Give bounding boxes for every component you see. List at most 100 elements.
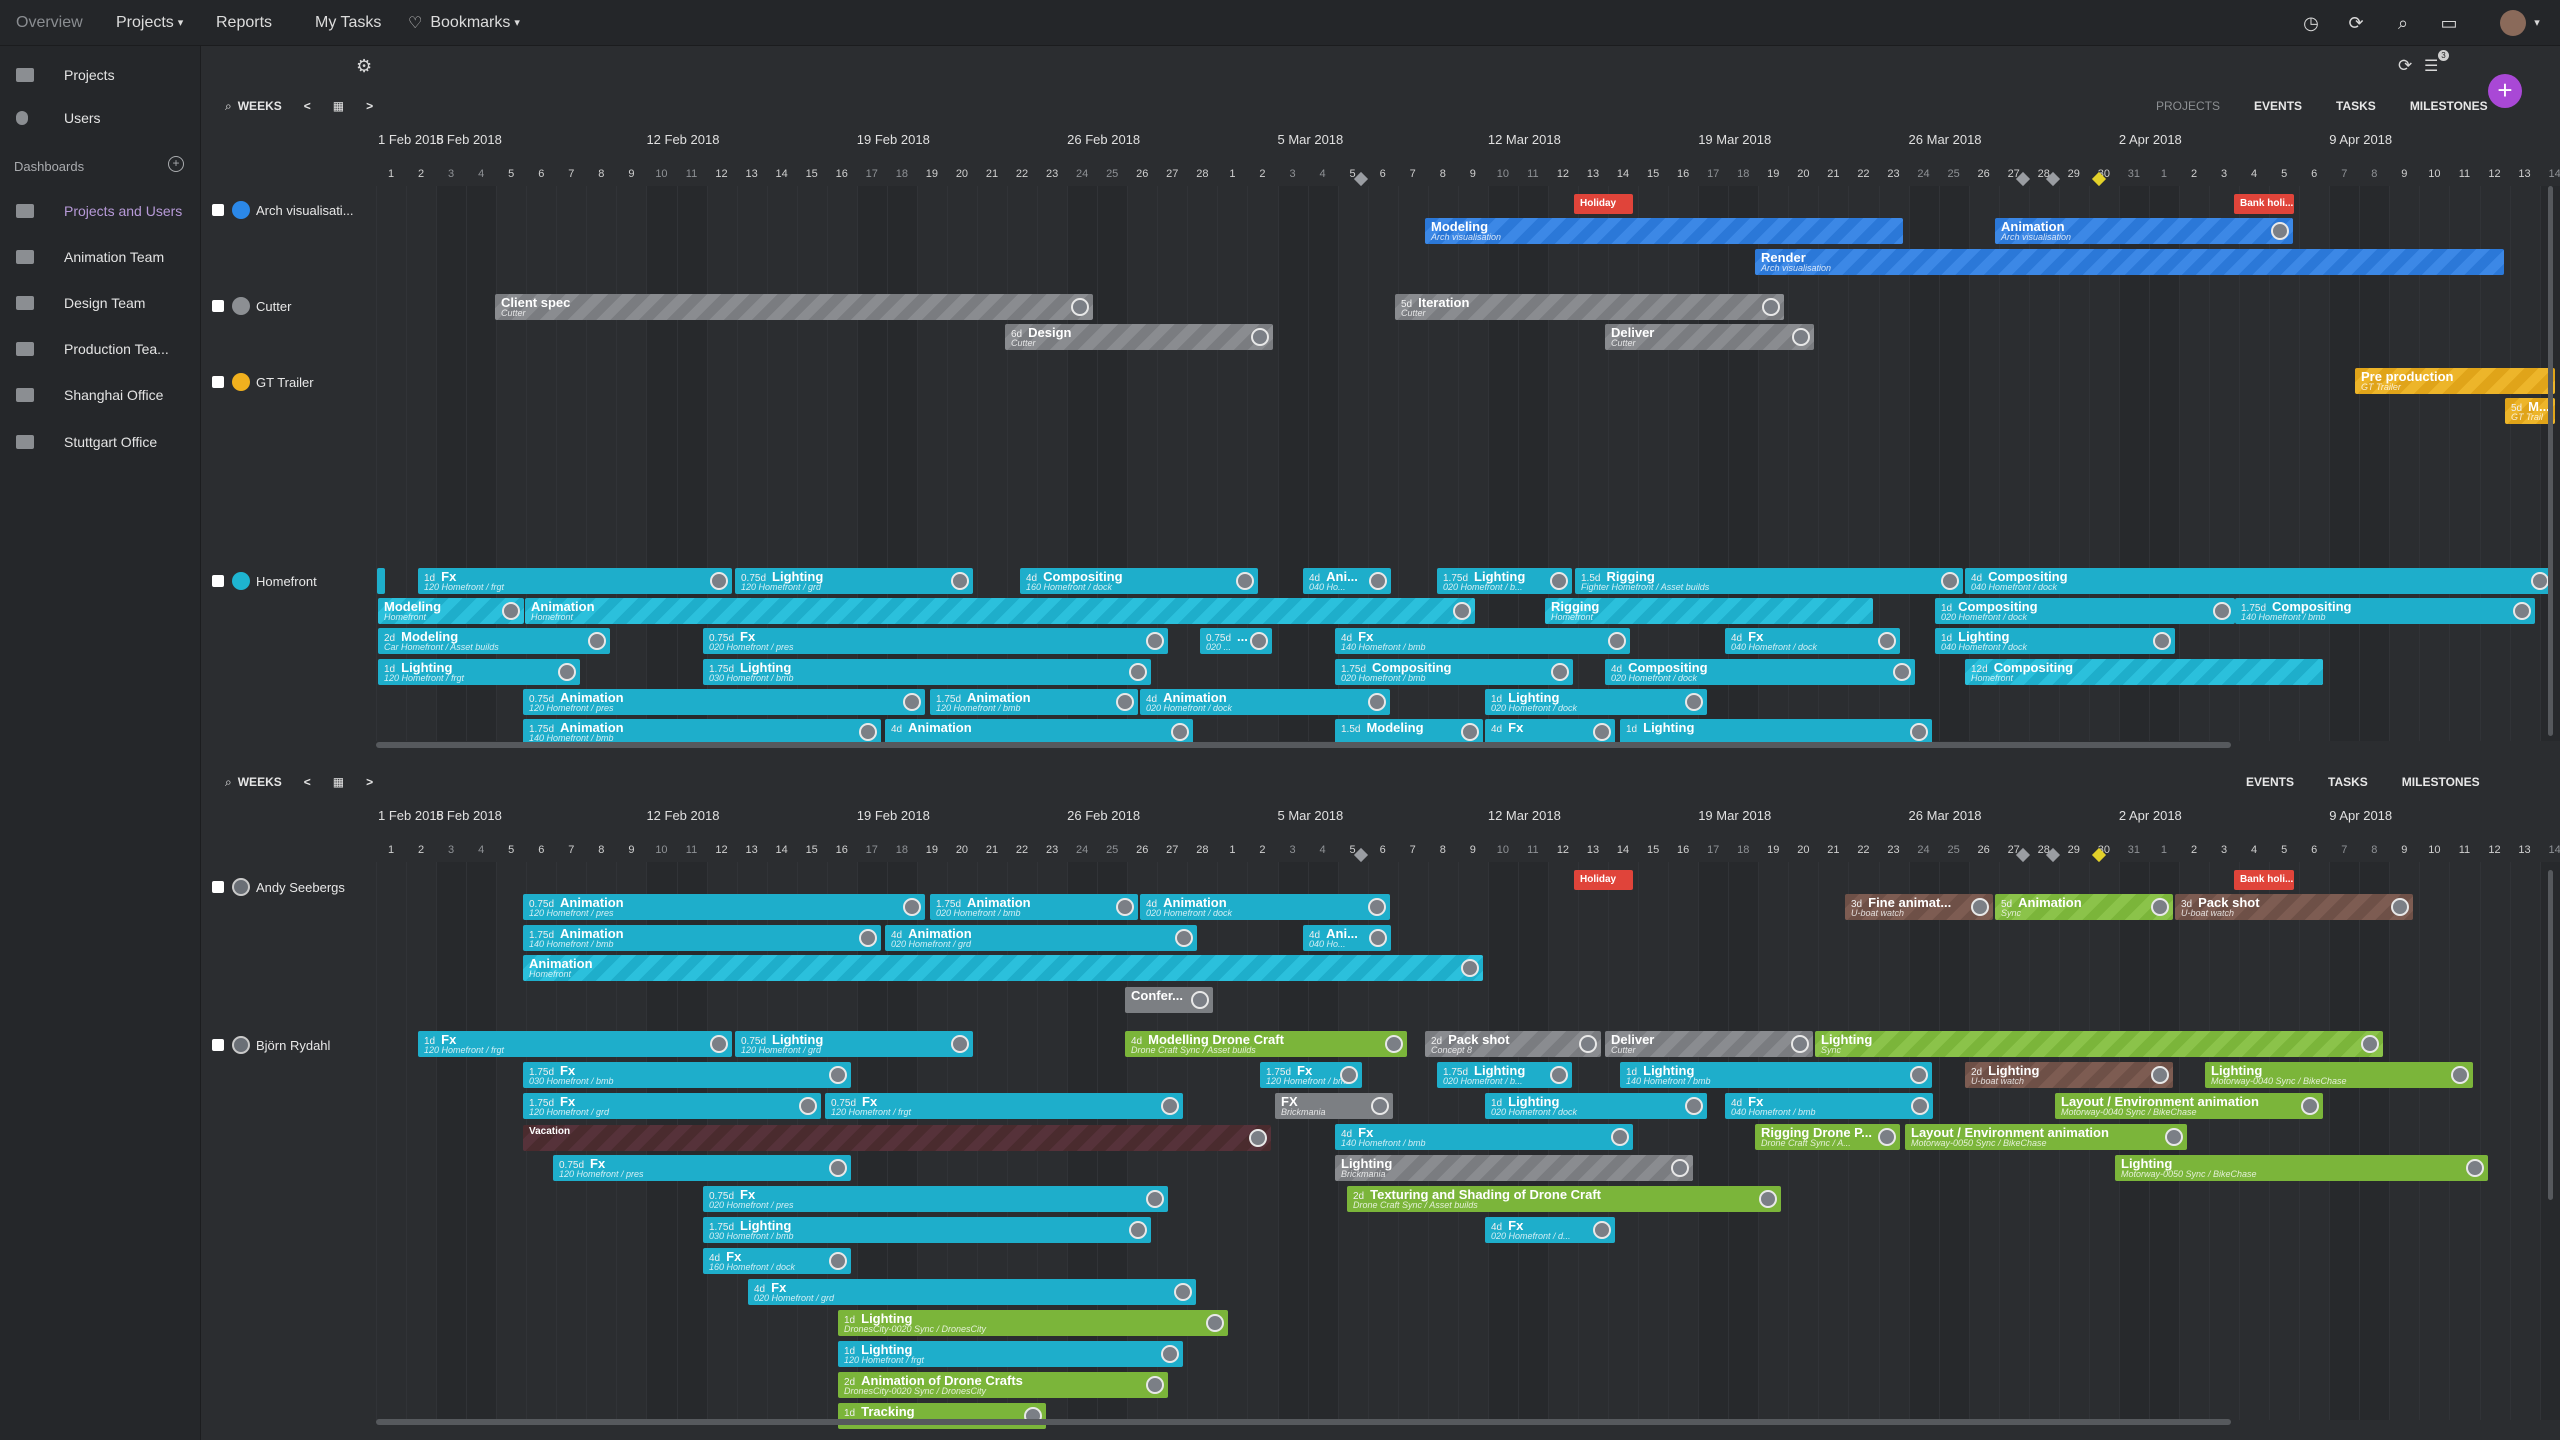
task-bar[interactable]: 4d Fx 040 Homefront / bmb bbox=[1725, 1093, 1933, 1119]
tab-events[interactable]: EVENTS bbox=[2246, 775, 2294, 789]
task-bar[interactable]: 4d Fx 160 Homefront / dock bbox=[703, 1248, 851, 1274]
chevron-down-icon[interactable]: ▾ bbox=[2526, 12, 2548, 34]
tab-projects[interactable]: PROJECTS bbox=[2156, 99, 2220, 113]
gear-icon[interactable]: ⚙ bbox=[356, 56, 372, 77]
horizontal-scrollbar[interactable] bbox=[376, 742, 2231, 748]
filter-icon[interactable]: ☰ bbox=[2424, 56, 2438, 76]
task-bar[interactable]: 1.75d Fx 120 Homefront / grd bbox=[523, 1093, 821, 1119]
sidebar-item-projects-and-users[interactable]: Projects and Users bbox=[0, 196, 200, 226]
task-bar[interactable]: Bank holi... bbox=[2234, 870, 2294, 890]
task-bar[interactable]: 4d Animation 020 Homefront / dock bbox=[1140, 689, 1390, 715]
task-bar[interactable]: 4d Compositing 160 Homefront / dock bbox=[1020, 568, 1258, 594]
add-dashboard-icon[interactable]: + bbox=[168, 156, 184, 172]
task-bar[interactable]: 1.5d Rigging Fighter Homefront / Asset bui… bbox=[1575, 568, 1963, 594]
task-bar[interactable]: 4d Ani... 040 Ho... bbox=[1303, 568, 1391, 594]
task-bar[interactable]: 1d Lighting 140 Homefront / bmb bbox=[1620, 1062, 1932, 1088]
task-bar[interactable]: 4d Fx 020 Homefront / d... bbox=[1485, 1217, 1615, 1243]
task-bar[interactable]: 1d Fx 120 Homefront / frgt bbox=[418, 568, 732, 594]
row-checkbox[interactable] bbox=[212, 881, 224, 893]
task-bar[interactable]: 1.75d Lighting 020 Homefront / b... bbox=[1437, 1062, 1572, 1088]
next-button[interactable]: > bbox=[366, 99, 373, 113]
task-bar[interactable]: 4d Modelling Drone Craft Drone Craft Sync … bbox=[1125, 1031, 1407, 1057]
task-bar[interactable]: 3d Pack shot U-boat watch bbox=[2175, 894, 2413, 920]
sidebar-item-stuttgart-office[interactable]: Stuttgart Office bbox=[0, 427, 200, 457]
task-bar[interactable]: 1.75d Lighting 030 Homefront / bmb bbox=[703, 1217, 1151, 1243]
task-bar[interactable]: Deliver Cutter bbox=[1605, 324, 1814, 350]
row-checkbox[interactable] bbox=[212, 376, 224, 388]
task-bar[interactable]: 1.75d Fx 120 Homefront / bmb bbox=[1260, 1062, 1362, 1088]
task-bar[interactable]: Lighting Sync bbox=[1815, 1031, 2383, 1057]
add-button[interactable]: + bbox=[2488, 74, 2522, 108]
search-icon[interactable]: ⌕ bbox=[2392, 12, 2414, 34]
task-bar[interactable]: 4d Ani... 040 Ho... bbox=[1303, 925, 1391, 951]
task-bar[interactable]: Layout / Environment animation Motorway-0… bbox=[2055, 1093, 2323, 1119]
project-row-gt-trailer[interactable]: GT Trailer bbox=[212, 373, 314, 391]
task-bar[interactable]: 1.75d Animation 020 Homefront / bmb bbox=[930, 894, 1138, 920]
task-bar[interactable]: Pre production GT Trailer bbox=[2355, 368, 2555, 394]
weeks-selector[interactable]: WEEKS bbox=[238, 775, 282, 789]
task-bar[interactable]: Lighting Motorway-0050 Sync / BikeChase bbox=[2115, 1155, 2488, 1181]
user-avatar[interactable] bbox=[2500, 10, 2526, 36]
project-row-homefront[interactable]: Homefront bbox=[212, 572, 317, 590]
task-bar[interactable]: 1d Lighting 120 Homefront / frgt bbox=[838, 1341, 1183, 1367]
tab-milestones[interactable]: MILESTONES bbox=[2410, 99, 2488, 113]
task-bar[interactable]: 1.75d Animation 140 Homefront / bmb bbox=[523, 925, 881, 951]
task-bar[interactable]: Lighting Brickmania bbox=[1335, 1155, 1693, 1181]
task-bar[interactable]: Animation Homefront bbox=[523, 955, 1483, 981]
search-icon[interactable]: ⌕ bbox=[225, 775, 232, 790]
task-bar[interactable]: 1d Lighting 020 Homefront / dock bbox=[1485, 689, 1707, 715]
task-bar[interactable]: Animation Homefront bbox=[525, 598, 1475, 624]
calendar-icon[interactable]: ▦ bbox=[333, 775, 344, 789]
task-bar[interactable]: 5d Iteration Cutter bbox=[1395, 294, 1784, 320]
task-bar[interactable]: 5d Animation Sync bbox=[1995, 894, 2173, 920]
task-bar[interactable]: 1d Fx 120 Homefront / frgt bbox=[418, 1031, 732, 1057]
task-bar[interactable]: 4d Fx 040 Homefront / dock bbox=[1725, 628, 1900, 654]
task-bar[interactable]: 0.75d Fx 020 Homefront / pres bbox=[703, 1186, 1168, 1212]
inbox-icon[interactable]: ▭ bbox=[2438, 12, 2460, 34]
task-bar[interactable]: 0.75d Animation 120 Homefront / pres bbox=[523, 689, 925, 715]
nav-reports[interactable]: Reports bbox=[216, 0, 272, 45]
task-bar[interactable]: 2d Animation of Drone Crafts DronesCity-00… bbox=[838, 1372, 1168, 1398]
tab-tasks[interactable]: TASKS bbox=[2336, 99, 2376, 113]
sidebar-item-animation-team[interactable]: Animation Team bbox=[0, 242, 200, 272]
user-row-andy[interactable]: Andy Seebergs bbox=[212, 878, 345, 896]
row-checkbox[interactable] bbox=[212, 1039, 224, 1051]
task-bar[interactable]: 1.75d Lighting 020 Homefront / b... bbox=[1437, 568, 1572, 594]
sidebar-item-shanghai-office[interactable]: Shanghai Office bbox=[0, 380, 200, 410]
nav-overview[interactable]: Overview bbox=[16, 0, 83, 45]
task-bar[interactable]: 1d Lighting 120 Homefront / frgt bbox=[378, 659, 580, 685]
task-bar[interactable]: 6d Design Cutter bbox=[1005, 324, 1273, 350]
task-bar[interactable]: 1.75d Lighting 030 Homefront / bmb bbox=[703, 659, 1151, 685]
task-bar[interactable]: 12d Compositing Homefront bbox=[1965, 659, 2323, 685]
task-bar[interactable]: 4d Animation 020 Homefront / dock bbox=[1140, 894, 1390, 920]
task-bar[interactable]: Holiday bbox=[1574, 870, 1633, 890]
clock-icon[interactable]: ◷ bbox=[2300, 12, 2322, 34]
task-bar[interactable]: 3d Fine animat... U-boat watch bbox=[1845, 894, 1993, 920]
task-bar[interactable]: 1d Tracking bbox=[838, 1403, 1046, 1429]
calendar-icon[interactable]: ▦ bbox=[333, 99, 344, 113]
task-bar[interactable]: Vacation bbox=[523, 1125, 1271, 1151]
task-bar[interactable]: 1.75d Compositing 020 Homefront / bmb bbox=[1335, 659, 1573, 685]
user-row-bjorn[interactable]: Björn Rydahl bbox=[212, 1036, 330, 1054]
task-bar[interactable]: 4d Compositing 040 Homefront / dock bbox=[1965, 568, 2553, 594]
task-bar[interactable]: Confer... bbox=[1125, 987, 1213, 1013]
task-bar[interactable]: 1.75d Compositing 140 Homefront / bmb bbox=[2235, 598, 2535, 624]
sidebar-item-design-team[interactable]: Design Team bbox=[0, 288, 200, 318]
task-bar[interactable]: 4d Animation 020 Homefront / grd bbox=[885, 925, 1197, 951]
task-bar[interactable]: FX Brickmania bbox=[1275, 1093, 1393, 1119]
sidebar-item-production-team[interactable]: Production Tea... bbox=[0, 334, 200, 364]
tab-events[interactable]: EVENTS bbox=[2254, 99, 2302, 113]
task-bar[interactable]: 1d Compositing 020 Homefront / dock bbox=[1935, 598, 2235, 624]
task-bar[interactable]: 2d Pack shot Concept 8 bbox=[1425, 1031, 1601, 1057]
task-bar[interactable]: 0.75d Lighting 120 Homefront / grd bbox=[735, 1031, 973, 1057]
task-bar[interactable]: 1d Lighting DronesCity-0020 Sync / DronesC… bbox=[838, 1310, 1228, 1336]
row-checkbox[interactable] bbox=[212, 575, 224, 587]
nav-projects[interactable]: Projects ▾ bbox=[116, 0, 183, 45]
project-row-cutter[interactable]: Cutter bbox=[212, 297, 291, 315]
prev-button[interactable]: < bbox=[304, 99, 311, 113]
task-bar[interactable]: 4d Fx 140 Homefront / bmb bbox=[1335, 1124, 1633, 1150]
refresh-icon[interactable]: ⟳ bbox=[2398, 56, 2412, 76]
vertical-scrollbar[interactable] bbox=[2548, 186, 2553, 736]
tab-tasks[interactable]: TASKS bbox=[2328, 775, 2368, 789]
task-bar[interactable]: Modeling Homefront bbox=[378, 598, 524, 624]
